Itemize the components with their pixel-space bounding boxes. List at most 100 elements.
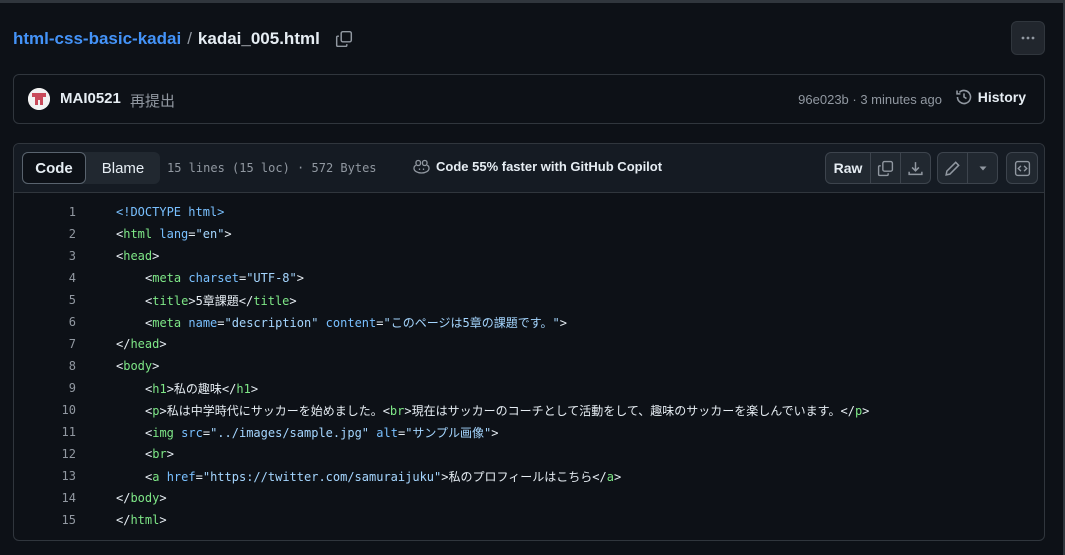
code-token: >: [159, 513, 167, 527]
line-number[interactable]: 9: [14, 381, 76, 395]
line-number[interactable]: 3: [14, 249, 76, 263]
code-token: >: [296, 271, 304, 285]
code-square-icon: [1014, 160, 1030, 176]
code-token: html: [130, 513, 160, 527]
line-number[interactable]: 7: [14, 337, 76, 351]
code-token: >: [862, 403, 870, 418]
line-content: <p>私は中学時代にサッカーを始めました。<br>現在はサッカーのコーチとして活…: [116, 402, 869, 419]
breadcrumb-repo-link[interactable]: html-css-basic-kadai: [13, 29, 181, 49]
line-number[interactable]: 12: [14, 447, 76, 461]
code-line: 12 <br>: [14, 443, 1044, 465]
line-content: <head>: [116, 249, 159, 263]
more-options-button[interactable]: [1011, 21, 1045, 55]
file-header: Code Blame 15 lines (15 loc) · 572 Bytes…: [14, 144, 1044, 193]
line-content: <title>5章課題</title>: [116, 292, 297, 309]
copy-raw-button[interactable]: [870, 153, 900, 183]
line-number[interactable]: 6: [14, 315, 76, 329]
line-content: <h1>私の趣味</h1>: [116, 380, 258, 397]
code-token: >私は中学時代にサッカーを始めました。<: [159, 403, 390, 418]
code-token: h1: [236, 381, 251, 396]
code-token: "https://twitter.com/samuraijuku": [202, 469, 442, 484]
code-token: charset: [188, 271, 239, 285]
code-token: <!DOCTYPE html>: [116, 205, 225, 219]
history-button[interactable]: History: [955, 88, 1026, 106]
line-number[interactable]: 5: [14, 293, 76, 307]
code-token: h1: [152, 381, 167, 396]
line-number[interactable]: 14: [14, 491, 76, 505]
code-line: 6 <meta name="description" content="このページ…: [14, 311, 1044, 333]
line-number[interactable]: 4: [14, 271, 76, 285]
code-token: head: [123, 249, 153, 263]
code-token: >: [559, 315, 567, 330]
download-icon: [908, 161, 923, 175]
code-token: >: [159, 491, 167, 505]
code-token: >: [166, 447, 174, 461]
code-token: >現在はサッカーのコーチとして活動をして、趣味のサッカーを楽しんでいます。</: [404, 403, 855, 418]
line-content: <html lang="en">: [116, 227, 232, 241]
line-content: </head>: [116, 337, 167, 351]
code-token: </: [116, 337, 131, 351]
code-line: 10 <p>私は中学時代にサッカーを始めました。<br>現在はサッカーのコーチとし…: [14, 399, 1044, 421]
code-token: name: [188, 315, 218, 330]
code-token: >: [491, 425, 499, 440]
code-line: 2 <html lang="en">: [14, 223, 1044, 245]
download-button[interactable]: [900, 153, 930, 183]
code-token: meta: [152, 271, 182, 285]
line-content: </html>: [116, 513, 167, 527]
code-token: lang: [159, 227, 189, 241]
raw-button[interactable]: Raw: [826, 153, 870, 183]
line-number[interactable]: 1: [14, 205, 76, 219]
edit-menu-button[interactable]: [967, 153, 997, 183]
breadcrumb-separator: /: [187, 29, 192, 48]
code-token: =: [195, 469, 203, 484]
code-token: href: [166, 469, 196, 484]
code-token: body: [123, 359, 153, 373]
line-number[interactable]: 11: [14, 425, 76, 439]
code-token: alt: [376, 425, 398, 440]
copy-icon: [335, 30, 352, 48]
avatar[interactable]: [28, 88, 50, 110]
line-number[interactable]: 2: [14, 227, 76, 241]
code-line: 13 <a href="https://twitter.com/samuraiju…: [14, 465, 1044, 487]
line-content: <img src="../images/sample.jpg" alt="サンプ…: [116, 424, 499, 441]
line-content: <body>: [116, 359, 159, 373]
code-token: "サンプル画像": [405, 425, 492, 440]
code-token: content: [325, 315, 377, 330]
edit-button[interactable]: [938, 153, 967, 183]
line-number[interactable]: 15: [14, 513, 76, 527]
commit-meta[interactable]: 96e023b · 3 minutes ago: [798, 92, 942, 107]
code-line: 14 </body>: [14, 487, 1044, 509]
tab-blame[interactable]: Blame: [86, 152, 160, 184]
copilot-icon: [413, 159, 430, 174]
code-token: html: [123, 227, 153, 241]
code-token: >: [152, 359, 160, 373]
tab-code[interactable]: Code: [22, 152, 86, 184]
line-number[interactable]: 10: [14, 403, 76, 417]
code-token: >5章課題</: [188, 293, 254, 308]
commit-author[interactable]: MAI0521: [60, 90, 121, 107]
line-content: </body>: [116, 491, 167, 505]
line-number[interactable]: 8: [14, 359, 76, 373]
copy-icon: [877, 160, 894, 176]
code-view: 1 <!DOCTYPE html> 2 <html lang="en"> 3 <head>…: [14, 201, 1044, 531]
code-token: img: [152, 425, 174, 440]
code-token: =: [217, 315, 225, 330]
file-viewer: Code Blame 15 lines (15 loc) · 572 Bytes…: [13, 143, 1045, 541]
code-token: src: [181, 425, 203, 440]
line-number[interactable]: 13: [14, 469, 76, 483]
copilot-link[interactable]: Code 55% faster with GitHub Copilot: [413, 159, 662, 174]
code-token: </: [116, 491, 131, 505]
code-token: body: [130, 491, 160, 505]
breadcrumb-file-name: kadai_005.html: [197, 29, 320, 48]
code-token: a: [606, 469, 614, 484]
code-token: </: [116, 513, 131, 527]
code-line: 5 <title>5章課題</title>: [14, 289, 1044, 311]
symbols-button[interactable]: [1006, 152, 1038, 184]
code-token: >: [613, 469, 622, 484]
code-token: "このページは5章の課題です。": [383, 315, 560, 330]
code-token: head: [130, 337, 160, 351]
commit-message[interactable]: 再提出: [130, 90, 175, 111]
copy-path-button[interactable]: [334, 29, 354, 49]
latest-commit-bar: MAI0521 再提出 96e023b · 3 minutes ago Hist…: [13, 74, 1045, 124]
